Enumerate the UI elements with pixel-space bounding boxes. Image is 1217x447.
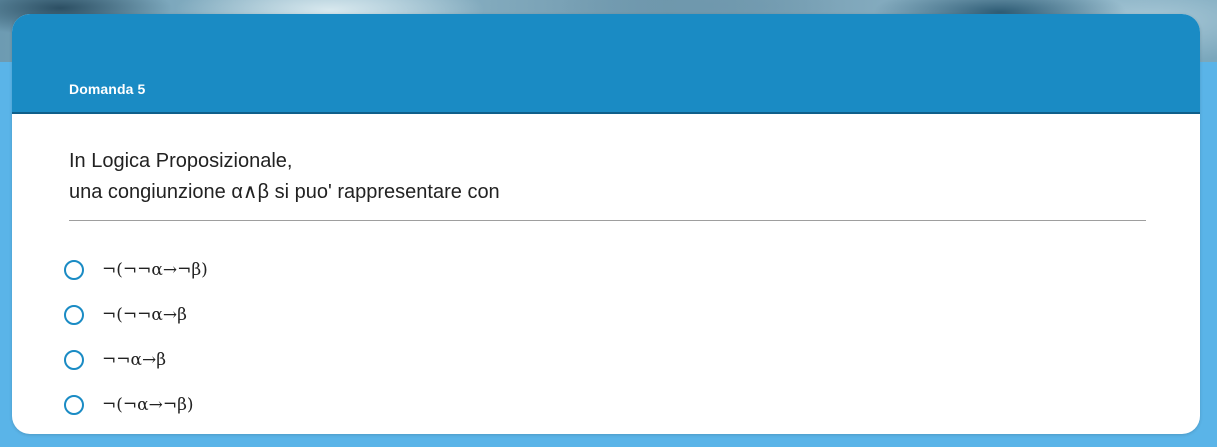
card-header: Domanda 5 [12,14,1200,114]
question-line-2: una congiunzione α∧β si puo' rappresenta… [69,181,500,203]
answer-option-label: ¬¬α→β [102,349,167,370]
radio-button-icon[interactable] [64,259,84,280]
radio-button-icon[interactable] [64,304,84,325]
answer-option-2[interactable]: ¬(¬¬α→β [64,292,208,337]
question-text: In Logica Proposizionale, una congiunzio… [69,146,1146,208]
answer-option-4[interactable]: ¬(¬α→¬β) [64,382,208,427]
answer-option-3[interactable]: ¬¬α→β [64,337,208,382]
question-line-1: In Logica Proposizionale, [69,150,293,172]
radio-button-icon[interactable] [64,349,84,370]
answer-options: ¬(¬¬α→¬β) ¬(¬¬α→β ¬¬α→β ¬(¬α→¬β) [64,247,208,427]
answer-option-label: ¬(¬α→¬β) [102,394,194,415]
question-card: Domanda 5 In Logica Proposizionale, una … [12,14,1200,434]
answer-option-label: ¬(¬¬α→¬β) [102,259,208,280]
question-number-title: Domanda 5 [69,81,146,97]
radio-button-icon[interactable] [64,394,84,415]
answer-option-label: ¬(¬¬α→β [102,304,187,325]
divider [69,220,1146,221]
answer-option-1[interactable]: ¬(¬¬α→¬β) [64,247,208,292]
